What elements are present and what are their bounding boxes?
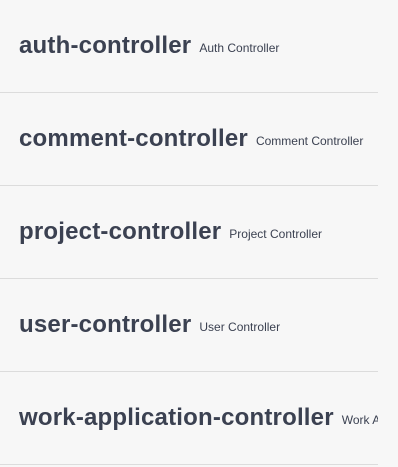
controller-name[interactable]: work-application-controller [19,404,334,432]
controller-name[interactable]: comment-controller [19,125,248,153]
controller-description: Comment Controller [255,134,364,148]
controller-list: auth-controller Auth Controller comment-… [0,0,378,467]
controller-section-user[interactable]: user-controller User Controller [0,279,378,372]
controller-section-work-application[interactable]: work-application-controller Work Applica… [0,372,378,465]
controller-description: Auth Controller [199,41,280,55]
controller-name[interactable]: project-controller [19,218,221,246]
controller-section-auth[interactable]: auth-controller Auth Controller [0,0,378,93]
controller-description: Work Application Controller [341,413,378,427]
controller-description: Project Controller [229,227,322,241]
controller-section-project[interactable]: project-controller Project Controller [0,186,378,279]
controller-name[interactable]: user-controller [19,311,191,339]
controller-name[interactable]: auth-controller [19,32,191,60]
controller-description: User Controller [199,320,281,334]
controller-section-comment[interactable]: comment-controller Comment Controller [0,93,378,186]
